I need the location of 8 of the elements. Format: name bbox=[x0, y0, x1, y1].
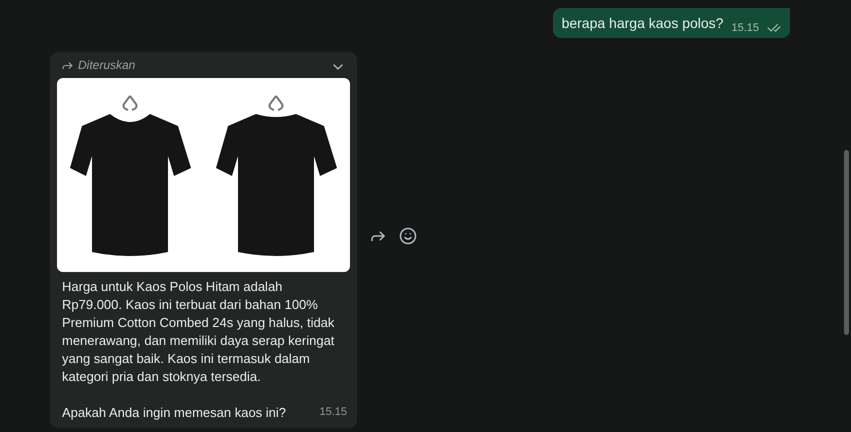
message-text: berapa harga kaos polos? bbox=[562, 14, 724, 33]
message-text: Harga untuk Kaos Polos Hitam adalah Rp79.000. Kaos ini terbuat dari bahan 100% Premium Cotton Combed 24s yang halus, tidak menerawang, dan memiliki daya serap keringat yang sangat baik. Kaos ini termasuk dalam kategori pria dan stoknya tersedia. bbox=[62, 278, 336, 386]
forwarded-label: Diteruskan bbox=[78, 57, 136, 74]
message-time: 15.15 bbox=[731, 21, 759, 36]
message-text: Apakah Anda ingin memesan kaos ini? bbox=[62, 404, 286, 422]
emoji-reaction-icon[interactable] bbox=[399, 227, 417, 245]
scrollbar-thumb[interactable] bbox=[844, 150, 849, 335]
message-time: 15.15 bbox=[319, 404, 347, 420]
